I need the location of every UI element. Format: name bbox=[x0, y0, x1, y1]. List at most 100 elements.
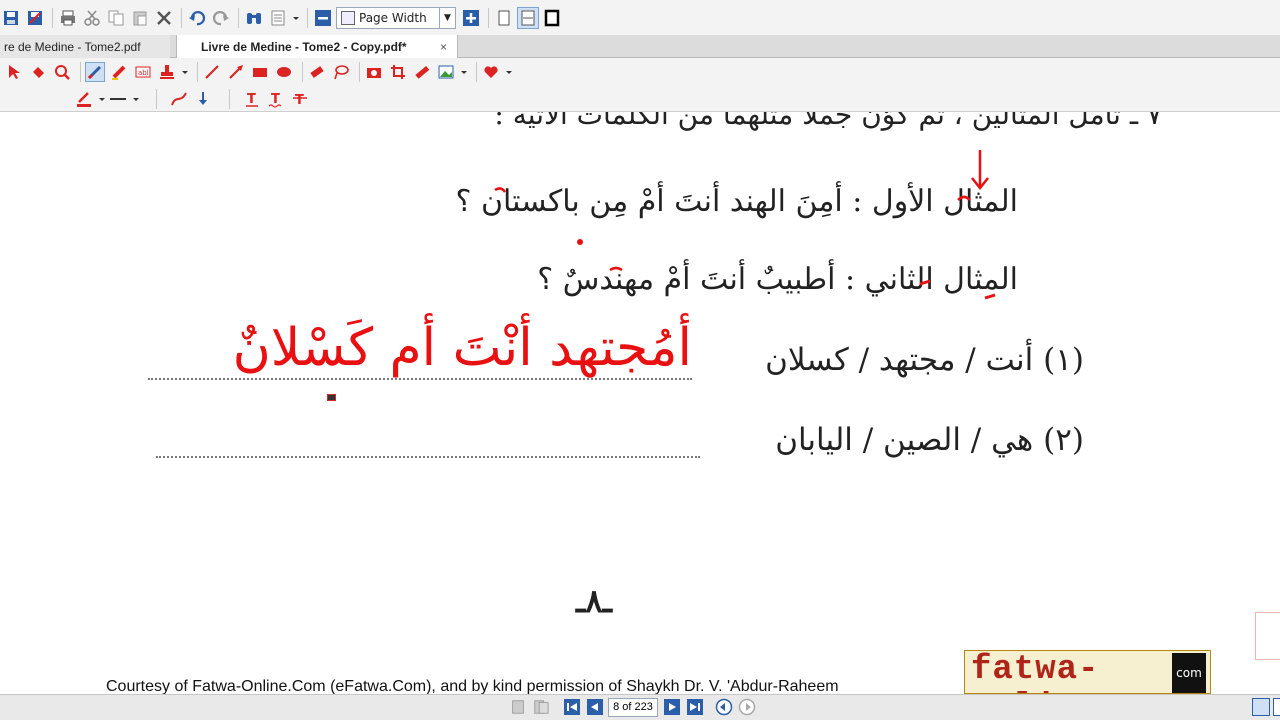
zoom-out-icon[interactable] bbox=[312, 7, 334, 29]
toolbar-separator bbox=[476, 62, 477, 82]
exercise-instruction: ٧ ـ تأمل المثالين ، ثم كوّن جملاً مثلهما… bbox=[494, 112, 1162, 131]
insert-text-icon[interactable] bbox=[193, 89, 213, 109]
item-2: (٢) هي / الصين / اليابان bbox=[775, 422, 1084, 458]
item-1: (١) أنت / مجتهد / كسلان bbox=[765, 342, 1084, 378]
fatwa-online-logo: fatwa-online com bbox=[964, 650, 1211, 694]
copy-icon[interactable] bbox=[105, 7, 127, 29]
toolbar-separator bbox=[359, 62, 360, 82]
item-1-handwritten-answer: أمُجتهد أنْتَ أم كَسْلانٌ bbox=[232, 318, 692, 378]
freehand-curve-icon[interactable] bbox=[169, 89, 189, 109]
snapshot-icon[interactable] bbox=[364, 62, 384, 82]
zoom-tool-icon[interactable] bbox=[52, 62, 72, 82]
ellipse-tool-icon[interactable] bbox=[274, 62, 294, 82]
toolbar-separator bbox=[52, 7, 53, 28]
cut-icon[interactable] bbox=[81, 7, 103, 29]
back-icon[interactable] bbox=[714, 697, 734, 717]
continuous-page-icon[interactable] bbox=[531, 697, 551, 717]
zoom-select[interactable]: Page Width ▼ bbox=[336, 6, 456, 29]
footer-courtesy: Courtesy of Fatwa-Online.Com (eFatwa.Com… bbox=[106, 678, 839, 694]
arrow-tool-icon[interactable] bbox=[226, 62, 246, 82]
fit-page-icon[interactable] bbox=[493, 7, 515, 29]
redo-icon[interactable] bbox=[210, 7, 232, 29]
single-page-icon[interactable] bbox=[508, 697, 528, 717]
next-page-icon[interactable] bbox=[662, 697, 682, 717]
toolbar-separator bbox=[156, 89, 157, 109]
first-page-icon[interactable] bbox=[562, 697, 582, 717]
line-style-icon[interactable] bbox=[108, 89, 128, 109]
save-as-icon[interactable] bbox=[24, 7, 46, 29]
chevron-down-icon[interactable] bbox=[460, 62, 468, 82]
text-underline-icon[interactable]: T bbox=[242, 89, 262, 109]
zoom-value: Page Width bbox=[359, 10, 427, 25]
pen-tool-icon[interactable] bbox=[85, 62, 105, 82]
status-bar: 8 of 223 bbox=[0, 694, 1280, 720]
page-number-input[interactable]: 8 of 223 bbox=[608, 697, 658, 717]
close-icon[interactable]: × bbox=[440, 40, 447, 54]
select-arrow-icon[interactable] bbox=[4, 62, 24, 82]
tab-tome2[interactable]: re de Medine - Tome2.pdf bbox=[0, 35, 170, 58]
zoom-in-icon[interactable] bbox=[460, 7, 482, 29]
full-screen-icon[interactable] bbox=[541, 7, 563, 29]
side-panel-toggle[interactable] bbox=[1255, 612, 1280, 660]
svg-text:abl: abl bbox=[138, 69, 149, 77]
favorite-heart-icon[interactable] bbox=[481, 62, 501, 82]
chevron-down-icon[interactable] bbox=[98, 89, 106, 109]
stamp-icon[interactable] bbox=[157, 62, 177, 82]
logo-com: com bbox=[1172, 653, 1206, 693]
svg-text:T: T bbox=[295, 93, 304, 108]
chevron-down-icon[interactable] bbox=[505, 62, 513, 82]
annotation-toolbar: abl T T T bbox=[0, 58, 1280, 112]
toolbar-separator bbox=[488, 7, 489, 28]
tab-tome2-copy[interactable]: Livre de Medine - Tome2 - Copy.pdf* × bbox=[176, 35, 458, 58]
undo-icon[interactable] bbox=[186, 7, 208, 29]
save-icon[interactable] bbox=[0, 7, 22, 29]
print-icon[interactable] bbox=[57, 7, 79, 29]
fit-width-icon[interactable] bbox=[517, 6, 539, 29]
view-mode-alt-icon[interactable] bbox=[1273, 698, 1280, 716]
chevron-down-icon[interactable] bbox=[291, 7, 301, 29]
toolbar-separator bbox=[80, 62, 81, 82]
find-icon[interactable] bbox=[243, 7, 265, 29]
previous-page-icon[interactable] bbox=[585, 697, 605, 717]
toolbar-separator bbox=[302, 62, 303, 82]
last-page-icon[interactable] bbox=[685, 697, 705, 717]
ruler-icon[interactable] bbox=[412, 62, 432, 82]
chevron-down-icon[interactable]: ▼ bbox=[439, 7, 455, 28]
main-toolbar: Page Width ▼ bbox=[0, 0, 1280, 35]
page-layout-icon[interactable] bbox=[267, 7, 289, 29]
crop-icon[interactable] bbox=[388, 62, 408, 82]
delete-icon[interactable] bbox=[153, 7, 175, 29]
rectangle-tool-icon[interactable] bbox=[250, 62, 270, 82]
toolbar-separator bbox=[238, 7, 239, 28]
annotation-toolbar-row-1: abl bbox=[4, 59, 517, 85]
cursor-marker bbox=[327, 394, 336, 401]
paste-icon[interactable] bbox=[129, 7, 151, 29]
eraser-icon[interactable] bbox=[307, 62, 327, 82]
image-icon[interactable] bbox=[436, 62, 456, 82]
hand-icon[interactable] bbox=[28, 62, 48, 82]
text-strikeout-icon[interactable]: T bbox=[290, 89, 310, 109]
view-mode-icon[interactable] bbox=[1252, 698, 1270, 716]
toolbar-separator bbox=[229, 89, 230, 109]
toolbar-separator bbox=[197, 62, 198, 82]
line-color-icon[interactable] bbox=[74, 89, 94, 109]
tab-label: Livre de Medine - Tome2 - Copy.pdf* bbox=[201, 39, 407, 54]
forward-icon[interactable] bbox=[737, 697, 757, 717]
annotation-toolbar-row-2: T T T bbox=[74, 86, 314, 112]
text-squiggly-icon[interactable]: T bbox=[266, 89, 286, 109]
lasso-icon[interactable] bbox=[331, 62, 351, 82]
pdf-page-view[interactable]: ٧ ـ تأمل المثالين ، ثم كوّن جملاً مثلهما… bbox=[0, 112, 1280, 694]
page-width-icon bbox=[341, 10, 355, 25]
svg-text:T: T bbox=[247, 92, 256, 107]
line-tool-icon[interactable] bbox=[202, 62, 222, 82]
highlighter-icon[interactable] bbox=[109, 62, 129, 82]
tab-label: re de Medine - Tome2.pdf bbox=[4, 39, 141, 54]
chevron-down-icon[interactable] bbox=[132, 89, 140, 109]
tab-bar: re de Medine - Tome2.pdf Livre de Medine… bbox=[0, 35, 1280, 58]
text-box-icon[interactable]: abl bbox=[133, 62, 153, 82]
chevron-down-icon[interactable] bbox=[181, 62, 189, 82]
item-1-answer-line bbox=[148, 378, 692, 380]
handwritten-vowel-marks bbox=[494, 187, 996, 300]
toolbar-separator bbox=[181, 7, 182, 28]
toolbar-separator bbox=[307, 7, 308, 28]
